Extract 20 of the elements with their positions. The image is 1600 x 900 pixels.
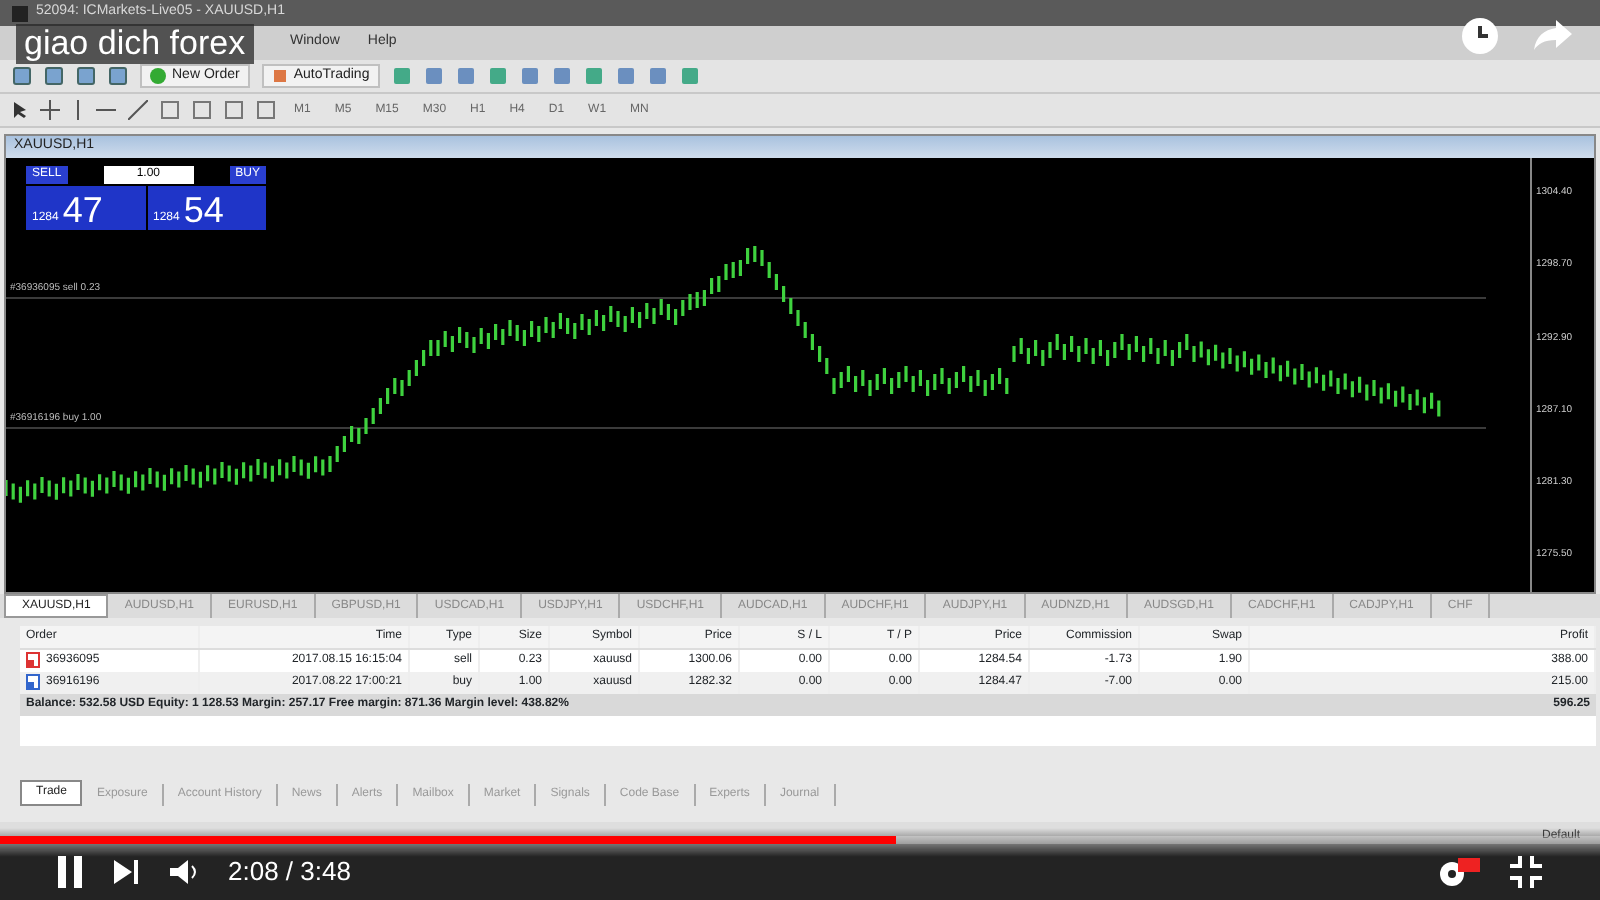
toolbar-icon[interactable] — [519, 66, 540, 86]
vertical-line-icon[interactable] — [72, 100, 84, 120]
toolbar-icon[interactable] — [423, 66, 444, 86]
toolbar-icon[interactable] — [551, 66, 572, 86]
exit-fullscreen-icon[interactable] — [1508, 854, 1544, 890]
crosshair-icon[interactable] — [40, 100, 60, 120]
clock-icon[interactable] — [1460, 16, 1500, 56]
trendline-icon[interactable] — [128, 100, 148, 120]
volume-icon[interactable] — [168, 858, 200, 886]
toolbar-icon[interactable] — [615, 66, 636, 86]
video-title: giao dich forex — [16, 24, 254, 64]
video-time: 2:08 / 3:48 — [228, 854, 351, 891]
share-icon[interactable] — [1532, 16, 1572, 52]
horizontal-line-icon[interactable] — [96, 104, 116, 116]
toolbar-icon[interactable] — [455, 66, 476, 86]
toolbar-icon[interactable] — [647, 66, 668, 86]
next-icon[interactable] — [112, 858, 140, 886]
cursor-icon[interactable] — [12, 100, 28, 120]
app-icon — [12, 5, 28, 21]
pause-icon[interactable] — [56, 854, 84, 890]
